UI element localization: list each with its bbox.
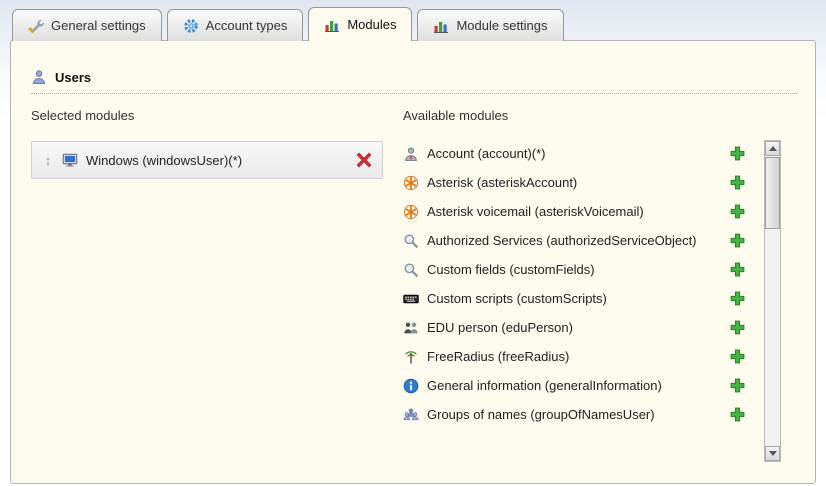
- add-module-button[interactable]: [730, 262, 745, 277]
- scroll-up-button[interactable]: [765, 141, 780, 156]
- available-module-label: Asterisk voicemail (asteriskVoicemail): [427, 204, 722, 219]
- available-module-row: Custom fields (customFields): [403, 255, 747, 284]
- available-modules-list: Account (account)(*) Asterisk (asteriskA…: [403, 139, 747, 429]
- selected-module-label: Windows (windowsUser)(*): [86, 153, 348, 168]
- tab-label: General settings: [51, 18, 146, 33]
- available-module-label: Authorized Services (authorizedServiceOb…: [427, 233, 722, 248]
- drag-handle-icon[interactable]: ↕: [42, 153, 54, 168]
- add-module-button[interactable]: [730, 291, 745, 306]
- selected-modules-heading: Selected modules: [31, 108, 403, 123]
- available-module-label: Custom scripts (customScripts): [427, 291, 722, 306]
- scroll-down-button[interactable]: [765, 446, 780, 461]
- tools-icon: [28, 18, 44, 34]
- windows-monitor-icon: [62, 152, 78, 168]
- add-module-button[interactable]: [730, 175, 745, 190]
- module-columns: Selected modules ↕ Windows (windowsUser)…: [31, 108, 797, 429]
- scrollbar-thumb[interactable]: [765, 157, 780, 229]
- delete-module-button[interactable]: [356, 152, 372, 168]
- selected-modules-list: ↕ Windows (windowsUser)(*): [31, 141, 403, 179]
- sync-gear-icon: [183, 18, 199, 34]
- modules-chart-icon: [324, 17, 340, 33]
- available-module-label: FreeRadius (freeRadius): [427, 349, 722, 364]
- available-module-label: Groups of names (groupOfNamesUser): [427, 407, 722, 422]
- available-module-label: Custom fields (customFields): [427, 262, 722, 277]
- available-module-row: Custom scripts (customScripts): [403, 284, 747, 313]
- people-icon: [403, 320, 419, 336]
- add-module-button[interactable]: [730, 378, 745, 393]
- available-module-row: EDU person (eduPerson): [403, 313, 747, 342]
- modules-chart-icon: [433, 18, 449, 34]
- asterisk-icon: [403, 204, 419, 220]
- add-module-button[interactable]: [730, 233, 745, 248]
- available-module-label: Account (account)(*): [427, 146, 722, 161]
- user-icon: [31, 69, 47, 85]
- modules-panel: Users Selected modules ↕ Windows (window…: [10, 40, 816, 484]
- tab-account-types[interactable]: Account types: [167, 9, 304, 41]
- section-title: Users: [55, 70, 91, 85]
- tab-label: Account types: [206, 18, 288, 33]
- antenna-icon: [403, 349, 419, 365]
- magnifier-icon: [403, 262, 419, 278]
- available-module-row: Account (account)(*): [403, 139, 747, 168]
- asterisk-icon: [403, 175, 419, 191]
- available-module-label: EDU person (eduPerson): [427, 320, 722, 335]
- tab-modules[interactable]: Modules: [308, 7, 412, 41]
- triangle-up-icon: [769, 146, 777, 151]
- add-module-button[interactable]: [730, 349, 745, 364]
- available-module-label: Asterisk (asteriskAccount): [427, 175, 722, 190]
- selected-module-row: ↕ Windows (windowsUser)(*): [31, 141, 383, 179]
- triangle-down-icon: [769, 451, 777, 456]
- keyboard-icon: [403, 291, 419, 307]
- available-module-row: FreeRadius (freeRadius): [403, 342, 747, 371]
- available-modules-heading: Available modules: [403, 108, 797, 123]
- add-module-button[interactable]: [730, 407, 745, 422]
- available-module-row: Asterisk voicemail (asteriskVoicemail): [403, 197, 747, 226]
- add-module-button[interactable]: [730, 320, 745, 335]
- person-icon: [403, 146, 419, 162]
- available-modules-scrollbar[interactable]: [764, 140, 781, 462]
- available-module-row: Groups of names (groupOfNamesUser): [403, 400, 747, 429]
- available-module-row: Asterisk (asteriskAccount): [403, 168, 747, 197]
- add-module-button[interactable]: [730, 146, 745, 161]
- tab-label: Modules: [347, 17, 396, 32]
- available-modules-column: Available modules Account (account)(*): [403, 108, 797, 429]
- available-module-row: Authorized Services (authorizedServiceOb…: [403, 226, 747, 255]
- selected-modules-column: Selected modules ↕ Windows (windowsUser)…: [31, 108, 403, 429]
- tab-label: Module settings: [456, 18, 547, 33]
- tab-general-settings[interactable]: General settings: [12, 9, 162, 41]
- tab-module-settings[interactable]: Module settings: [417, 9, 563, 41]
- section-header-users: Users: [31, 69, 797, 94]
- info-icon: [403, 378, 419, 394]
- available-module-label: General information (generalInformation): [427, 378, 722, 393]
- magnifier-icon: [403, 233, 419, 249]
- add-module-button[interactable]: [730, 204, 745, 219]
- group-icon: [403, 407, 419, 423]
- available-module-row: General information (generalInformation): [403, 371, 747, 400]
- tab-bar: General settings Account types Modules M…: [12, 7, 564, 41]
